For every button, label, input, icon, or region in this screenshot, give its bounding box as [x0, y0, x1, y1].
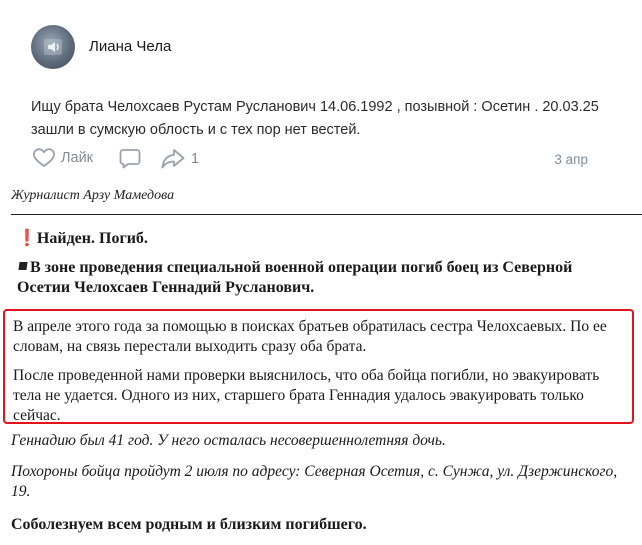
avatar[interactable]	[31, 25, 75, 69]
heart-icon	[33, 148, 55, 167]
exclamation-icon: ❗	[17, 230, 37, 247]
like-button[interactable]: Лайк	[33, 148, 93, 168]
post-author[interactable]: Лиана Чела	[89, 38, 171, 55]
highlight-paragraph-2: После проведенной нами проверки выяснило…	[13, 367, 600, 424]
headline-main-text: В зоне проведения специальной военной оп…	[17, 259, 573, 296]
condolences-text: Соболезнуем всем родным и близким погибш…	[11, 516, 367, 533]
news-article: Журналист Арзу Мамедова ❗Найден. Погиб. …	[0, 182, 642, 545]
comment-button[interactable]	[119, 148, 141, 170]
highlighted-paragraphs: В апреле этого года за помощью в поисках…	[3, 309, 634, 424]
headline-found: ❗Найден. Погиб.	[17, 228, 148, 248]
social-post: Лиана Чела Ищу брата Челохсаев Рустам Ру…	[0, 0, 642, 182]
share-count: 1	[191, 151, 200, 167]
post-text: Ищу брата Челохсаев Рустам Русланович 14…	[31, 99, 599, 138]
divider	[11, 214, 642, 215]
comment-icon	[119, 149, 141, 169]
like-label: Лайк	[61, 150, 94, 166]
highlight-paragraph-1: В апреле этого года за помощью в поисках…	[13, 318, 607, 355]
square-bullet-icon	[18, 262, 28, 270]
paragraph-age: Геннадию был 41 год. У него осталась нес…	[11, 432, 446, 449]
share-icon	[161, 149, 185, 169]
post-date[interactable]: 3 апр	[554, 152, 588, 167]
speaker-icon	[44, 39, 62, 55]
headline-found-text: Найден. Погиб.	[36, 230, 148, 247]
paragraph-funeral: Похороны бойца пройдут 2 июля по адресу:…	[11, 463, 618, 500]
headline-main: В зоне проведения специальной военной оп…	[17, 258, 617, 298]
share-button[interactable]: 1	[161, 148, 199, 170]
post-actions: Лайк 1 3 апр	[31, 148, 621, 172]
journalist-credit: Журналист Арзу Мамедова	[11, 188, 175, 203]
